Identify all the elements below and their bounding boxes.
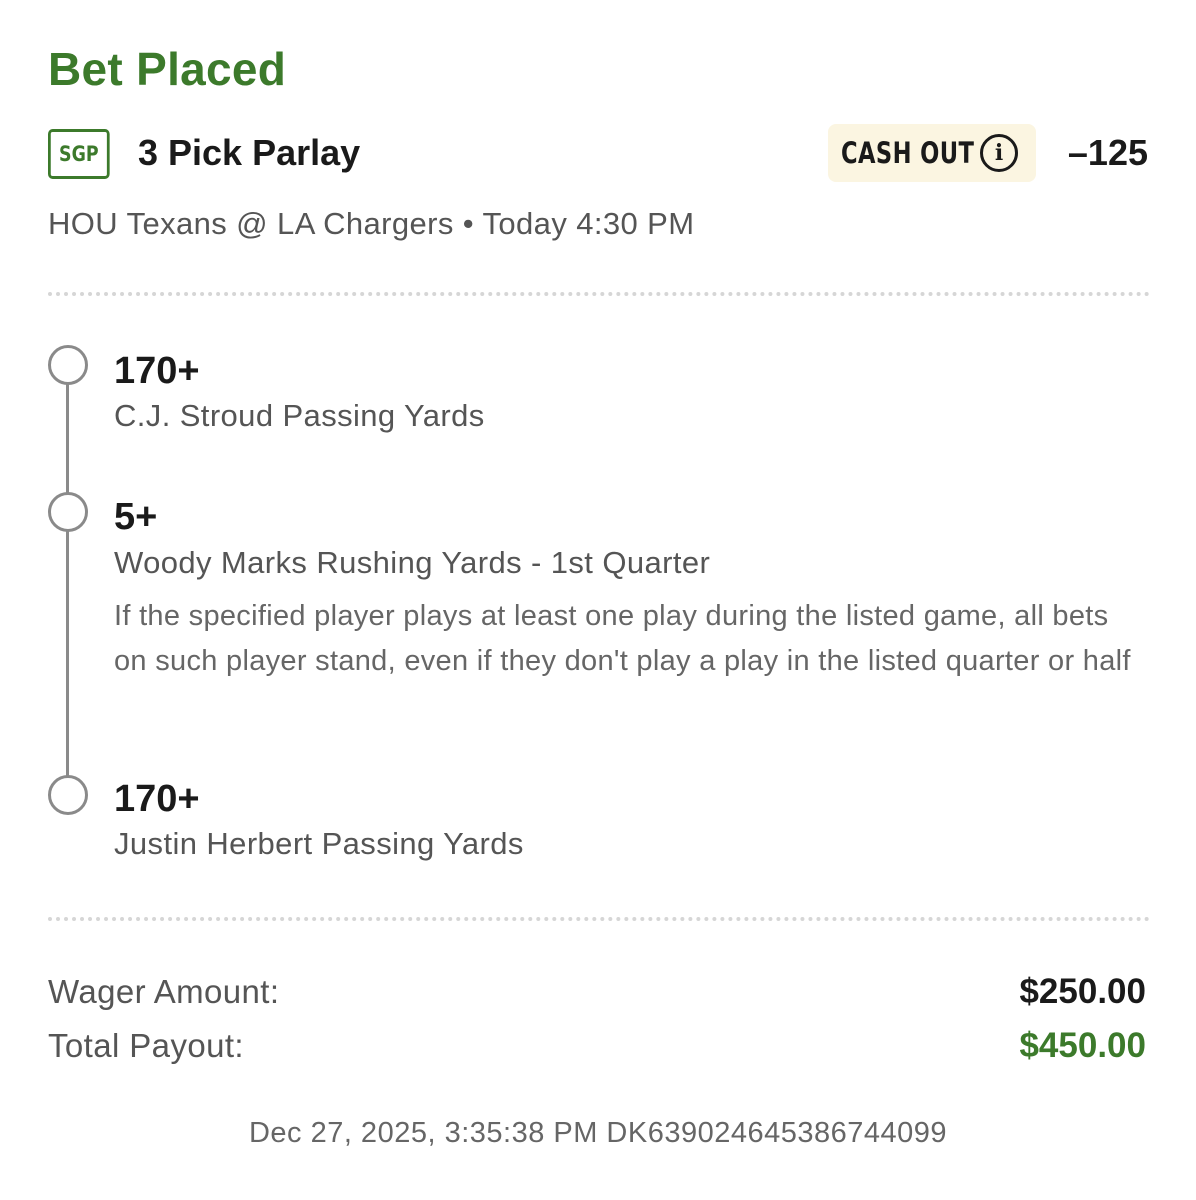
wager-amount-value: $250.00 — [1019, 972, 1146, 1011]
bet-odds: –125 — [1067, 132, 1148, 173]
wager-amount-label: Wager Amount: — [48, 973, 280, 1010]
divider — [48, 292, 1150, 296]
leg-status-circle — [48, 492, 88, 532]
bet-header: SGP 3 Pick Parlay CASH OUT i –125 — [48, 124, 1148, 184]
leg-status-circle — [48, 775, 88, 815]
leg-market: Woody Marks Rushing Yards - 1st Quarter — [114, 545, 711, 580]
divider — [48, 917, 1150, 921]
bet-name: 3 Pick Parlay — [138, 132, 361, 173]
leg-status-circle — [48, 345, 88, 385]
leg-rule-note: If the specified player plays at least o… — [114, 600, 1131, 677]
leg-value: 170+ — [114, 350, 200, 392]
cash-out-label: CASH OUT — [841, 136, 975, 170]
total-payout-value: $450.00 — [1019, 1026, 1146, 1065]
info-icon[interactable]: i — [980, 134, 1018, 172]
total-payout-label: Total Payout: — [48, 1027, 244, 1064]
cash-out-button[interactable]: CASH OUT i — [828, 124, 1036, 182]
leg-market: Justin Herbert Passing Yards — [114, 826, 524, 861]
sgp-badge: SGP — [48, 129, 110, 179]
timeline-line — [66, 384, 69, 780]
leg-value: 5+ — [114, 496, 158, 538]
matchup-info: HOU Texans @ LA Chargers • Today 4:30 PM — [48, 206, 695, 241]
leg-market: C.J. Stroud Passing Yards — [114, 398, 485, 433]
page-title: Bet Placed — [48, 43, 287, 95]
bet-timestamp-id: Dec 27, 2025, 3:35:38 PM DK6390246453867… — [248, 1117, 948, 1149]
leg-value: 170+ — [114, 778, 200, 820]
